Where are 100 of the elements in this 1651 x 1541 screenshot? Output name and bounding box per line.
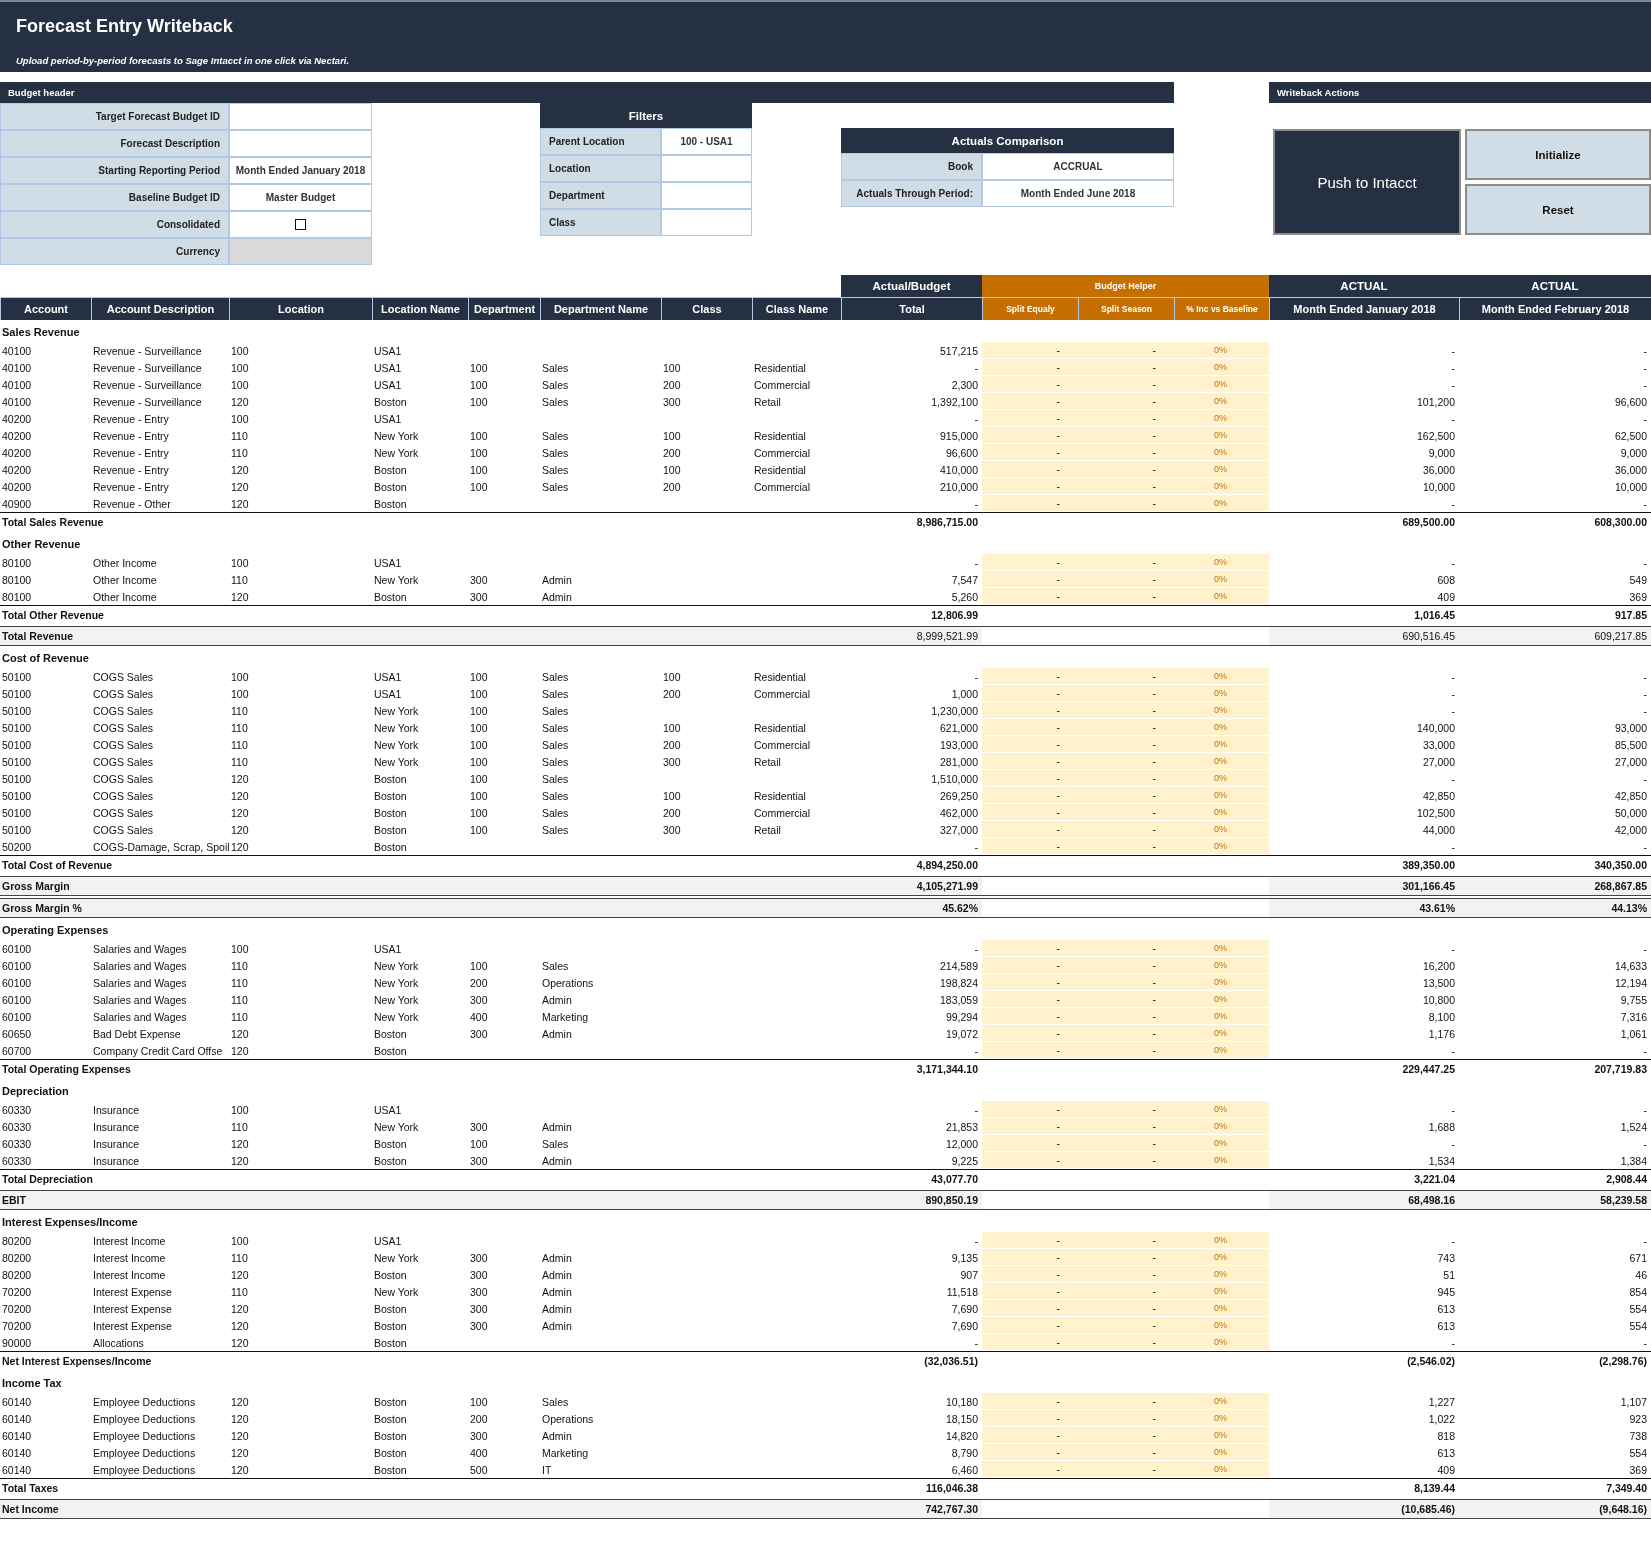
helper-cell[interactable]: 0% — [1174, 1025, 1269, 1042]
helper-cell[interactable]: 0% — [1174, 668, 1269, 685]
helper-cell[interactable]: 0% — [1174, 1152, 1269, 1169]
input-field[interactable]: Month Ended June 2018 — [982, 180, 1174, 207]
helper-cell[interactable]: - — [1078, 753, 1174, 770]
helper-cell[interactable]: 0% — [1174, 957, 1269, 974]
helper-cell[interactable]: - — [1078, 736, 1174, 753]
helper-cell[interactable]: - — [982, 668, 1078, 685]
helper-cell[interactable]: - — [1078, 588, 1174, 605]
helper-cell[interactable]: - — [1078, 427, 1174, 444]
helper-cell[interactable]: 0% — [1174, 736, 1269, 753]
helper-cell[interactable]: - — [1078, 571, 1174, 588]
helper-cell[interactable]: - — [982, 1152, 1078, 1169]
helper-cell[interactable]: - — [1078, 957, 1174, 974]
helper-cell[interactable]: - — [1078, 1410, 1174, 1427]
helper-cell[interactable]: 0% — [1174, 1410, 1269, 1427]
helper-cell[interactable]: - — [1078, 478, 1174, 495]
helper-cell[interactable]: - — [982, 461, 1078, 478]
checkbox[interactable] — [295, 219, 306, 230]
helper-cell[interactable]: 0% — [1174, 753, 1269, 770]
helper-cell[interactable]: - — [982, 1283, 1078, 1300]
helper-cell[interactable]: 0% — [1174, 1008, 1269, 1025]
input-field[interactable] — [229, 130, 372, 157]
helper-cell[interactable]: 0% — [1174, 461, 1269, 478]
helper-cell[interactable]: 0% — [1174, 495, 1269, 512]
helper-cell[interactable]: 0% — [1174, 554, 1269, 571]
helper-cell[interactable]: - — [982, 957, 1078, 974]
checkbox-field[interactable] — [229, 211, 372, 238]
helper-cell[interactable]: 0% — [1174, 1444, 1269, 1461]
helper-cell[interactable]: - — [982, 1042, 1078, 1059]
helper-button[interactable]: Split Equaly — [982, 297, 1078, 320]
helper-cell[interactable]: 0% — [1174, 1427, 1269, 1444]
helper-cell[interactable]: - — [982, 1101, 1078, 1118]
input-field[interactable]: 100 - USA1 — [661, 128, 752, 155]
helper-cell[interactable]: - — [982, 1393, 1078, 1410]
helper-cell[interactable]: - — [982, 1266, 1078, 1283]
input-field[interactable] — [661, 182, 752, 209]
helper-cell[interactable]: - — [982, 1008, 1078, 1025]
helper-cell[interactable]: - — [1078, 821, 1174, 838]
helper-cell[interactable]: 0% — [1174, 410, 1269, 427]
input-field[interactable]: ACCRUAL — [982, 153, 1174, 180]
helper-cell[interactable]: - — [1078, 770, 1174, 787]
helper-cell[interactable]: 0% — [1174, 1317, 1269, 1334]
helper-cell[interactable]: - — [982, 478, 1078, 495]
helper-cell[interactable]: - — [1078, 359, 1174, 376]
helper-cell[interactable]: - — [1078, 1135, 1174, 1152]
helper-cell[interactable]: - — [1078, 461, 1174, 478]
helper-cell[interactable]: 0% — [1174, 685, 1269, 702]
helper-cell[interactable]: - — [982, 770, 1078, 787]
helper-cell[interactable]: - — [1078, 1393, 1174, 1410]
helper-cell[interactable]: - — [982, 495, 1078, 512]
helper-cell[interactable]: 0% — [1174, 991, 1269, 1008]
helper-cell[interactable]: 0% — [1174, 821, 1269, 838]
helper-cell[interactable]: - — [1078, 1283, 1174, 1300]
action-button[interactable]: Initialize — [1465, 129, 1651, 180]
helper-cell[interactable]: - — [982, 719, 1078, 736]
helper-cell[interactable]: - — [982, 1317, 1078, 1334]
helper-cell[interactable]: - — [982, 940, 1078, 957]
helper-cell[interactable]: - — [982, 1444, 1078, 1461]
helper-cell[interactable]: 0% — [1174, 1461, 1269, 1478]
input-field[interactable]: Month Ended January 2018 — [229, 157, 372, 184]
input-field[interactable] — [661, 155, 752, 182]
helper-cell[interactable]: 0% — [1174, 588, 1269, 605]
helper-cell[interactable]: - — [982, 804, 1078, 821]
helper-cell[interactable]: 0% — [1174, 1118, 1269, 1135]
helper-cell[interactable]: - — [982, 342, 1078, 359]
helper-cell[interactable]: 0% — [1174, 1393, 1269, 1410]
helper-cell[interactable]: 0% — [1174, 427, 1269, 444]
helper-cell[interactable]: 0% — [1174, 393, 1269, 410]
helper-cell[interactable]: 0% — [1174, 376, 1269, 393]
helper-cell[interactable]: - — [1078, 804, 1174, 821]
helper-cell[interactable]: - — [982, 1135, 1078, 1152]
helper-cell[interactable]: - — [982, 1118, 1078, 1135]
helper-cell[interactable]: - — [982, 1334, 1078, 1351]
helper-cell[interactable]: - — [982, 427, 1078, 444]
helper-cell[interactable]: - — [1078, 1334, 1174, 1351]
helper-cell[interactable]: - — [982, 1461, 1078, 1478]
helper-cell[interactable]: - — [1078, 991, 1174, 1008]
helper-cell[interactable]: - — [1078, 1232, 1174, 1249]
helper-cell[interactable]: - — [982, 991, 1078, 1008]
helper-button[interactable]: % Inc vs Baseline — [1174, 297, 1269, 320]
helper-cell[interactable]: - — [1078, 554, 1174, 571]
helper-cell[interactable]: - — [1078, 702, 1174, 719]
helper-cell[interactable]: - — [1078, 1444, 1174, 1461]
helper-cell[interactable]: - — [982, 685, 1078, 702]
helper-cell[interactable]: - — [982, 410, 1078, 427]
helper-cell[interactable]: - — [1078, 1427, 1174, 1444]
helper-cell[interactable]: - — [1078, 1249, 1174, 1266]
helper-cell[interactable]: - — [982, 787, 1078, 804]
helper-cell[interactable]: - — [1078, 1025, 1174, 1042]
helper-cell[interactable]: 0% — [1174, 444, 1269, 461]
helper-cell[interactable]: 0% — [1174, 1283, 1269, 1300]
helper-cell[interactable]: 0% — [1174, 1266, 1269, 1283]
helper-cell[interactable]: 0% — [1174, 804, 1269, 821]
helper-cell[interactable]: 0% — [1174, 342, 1269, 359]
helper-cell[interactable]: - — [1078, 1317, 1174, 1334]
helper-cell[interactable]: - — [982, 359, 1078, 376]
helper-cell[interactable]: - — [1078, 410, 1174, 427]
helper-cell[interactable]: 0% — [1174, 838, 1269, 855]
helper-cell[interactable]: 0% — [1174, 770, 1269, 787]
